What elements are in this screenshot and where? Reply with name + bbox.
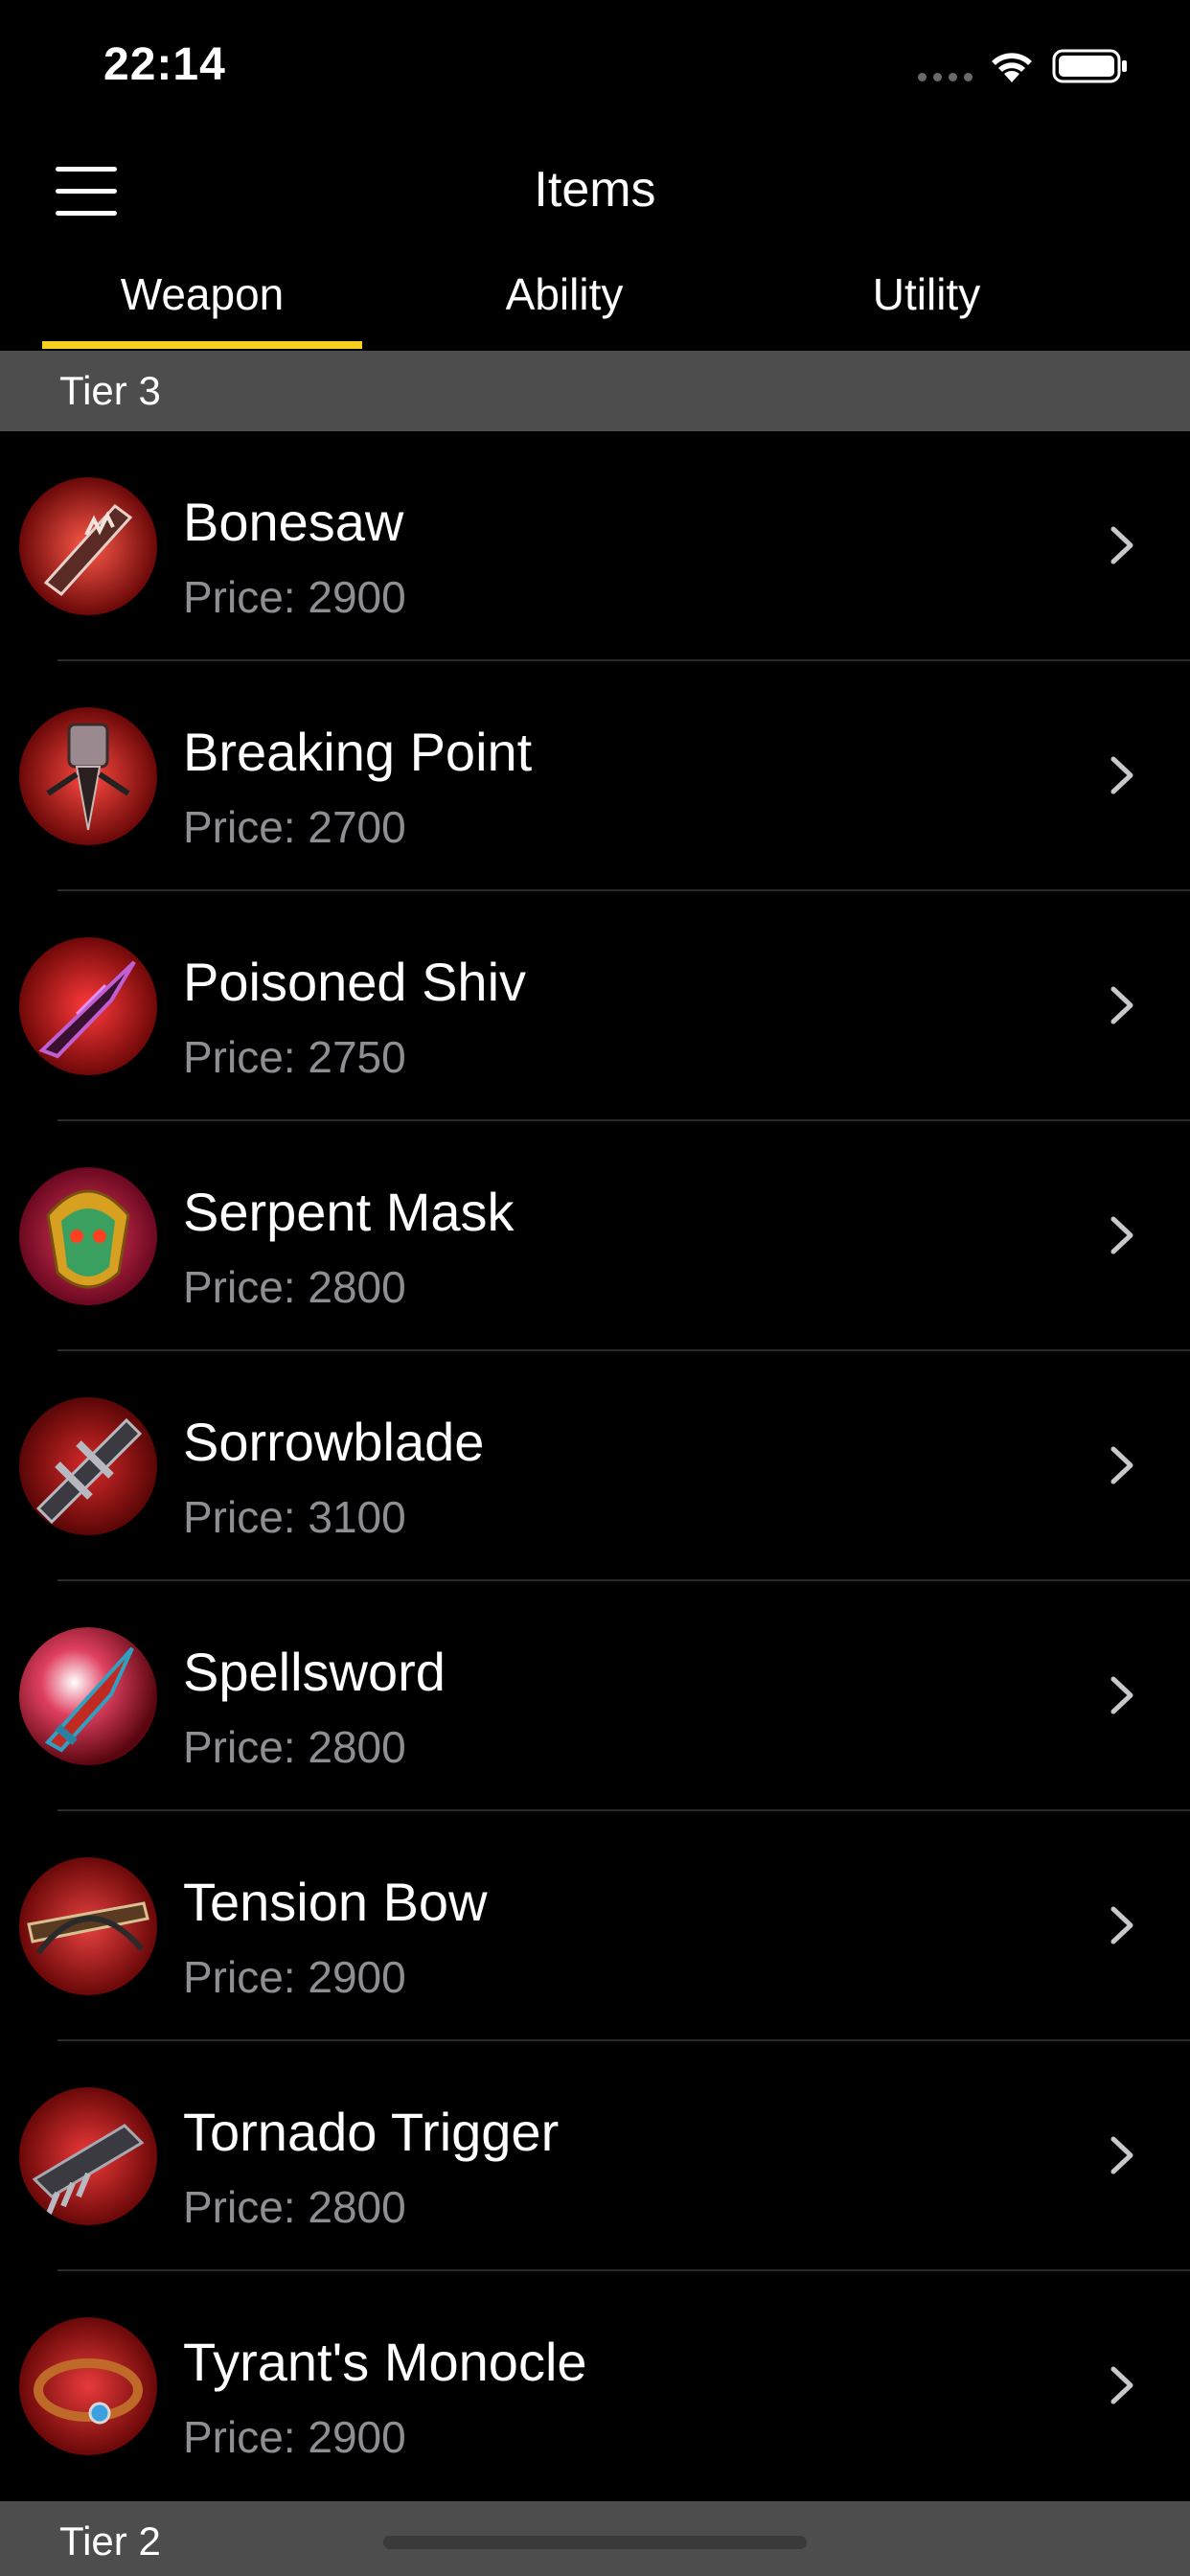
spellsword-icon (19, 1627, 157, 1765)
item-price: Price: 2900 (183, 572, 406, 622)
item-name: Bonesaw (183, 492, 404, 552)
page-title: Items (534, 162, 656, 218)
list-item[interactable]: Serpent Mask Price: 2800 (0, 1121, 1190, 1351)
item-price: Price: 2750 (183, 1032, 406, 1082)
chevron-right-icon (1110, 1676, 1133, 1714)
tab-utility[interactable]: Utility (767, 268, 1087, 320)
item-price: Price: 2900 (183, 2412, 406, 2462)
status-bar: 22:14 (0, 0, 1190, 134)
tyrants-monocle-icon (19, 2317, 157, 2455)
item-price: Price: 2800 (183, 2182, 406, 2232)
item-name: Tyrant's Monocle (183, 2332, 587, 2392)
chevron-right-icon (1110, 1906, 1133, 1944)
category-tabs: Weapon Ability Utility (0, 257, 1190, 351)
item-name: Tension Bow (183, 1872, 488, 1932)
chevron-right-icon (1110, 526, 1133, 564)
poisoned-shiv-icon (19, 937, 157, 1075)
chevron-right-icon (1110, 2366, 1133, 2404)
item-price: Price: 2800 (183, 1722, 406, 1772)
item-name: Serpent Mask (183, 1182, 515, 1242)
wifi-icon (992, 53, 1032, 82)
item-list: Bonesaw Price: 2900 Breaking Point Price… (0, 431, 1190, 2501)
chevron-right-icon (1110, 2136, 1133, 2174)
list-item[interactable]: Tyrant's Monocle Price: 2900 (0, 2271, 1190, 2501)
chevron-right-icon (1110, 1446, 1133, 1484)
item-price: Price: 3100 (183, 1492, 406, 1542)
item-name: Breaking Point (183, 722, 533, 782)
breaking-point-icon (19, 707, 157, 845)
list-item[interactable]: Poisoned Shiv Price: 2750 (0, 891, 1190, 1121)
item-price: Price: 2900 (183, 1952, 406, 2002)
item-name: Tornado Trigger (183, 2102, 560, 2162)
list-item[interactable]: Bonesaw Price: 2900 (0, 431, 1190, 661)
cellular-signal-icon (918, 73, 973, 81)
chevron-right-icon (1110, 756, 1133, 794)
bonesaw-icon (19, 477, 157, 615)
chevron-right-icon (1110, 986, 1133, 1024)
navigation-bar: Items (0, 134, 1190, 249)
list-item[interactable]: Tension Bow Price: 2900 (0, 1811, 1190, 2041)
item-name: Spellsword (183, 1642, 446, 1702)
section-header-label: Tier 2 (59, 2518, 161, 2564)
tab-ability[interactable]: Ability (404, 268, 724, 320)
sorrowblade-icon (19, 1397, 157, 1535)
tornado-trigger-icon (19, 2087, 157, 2225)
tension-bow-icon (19, 1857, 157, 1995)
list-item[interactable]: Breaking Point Price: 2700 (0, 661, 1190, 891)
status-time: 22:14 (103, 39, 226, 90)
item-price: Price: 2700 (183, 802, 406, 852)
list-item[interactable]: Tornado Trigger Price: 2800 (0, 2041, 1190, 2271)
tab-weapon[interactable]: Weapon (42, 268, 362, 320)
section-header-label: Tier 3 (59, 368, 161, 413)
selected-tab-indicator (42, 341, 362, 349)
serpent-mask-icon (19, 1167, 157, 1305)
section-header-tier-3: Tier 3 (0, 351, 1190, 431)
item-price: Price: 2800 (183, 1262, 406, 1312)
battery-icon (1052, 49, 1127, 83)
home-indicator[interactable] (383, 2536, 807, 2549)
list-item[interactable]: Spellsword Price: 2800 (0, 1581, 1190, 1811)
item-name: Poisoned Shiv (183, 952, 527, 1012)
item-name: Sorrowblade (183, 1412, 485, 1472)
chevron-right-icon (1110, 1216, 1133, 1254)
list-item[interactable]: Sorrowblade Price: 3100 (0, 1351, 1190, 1581)
